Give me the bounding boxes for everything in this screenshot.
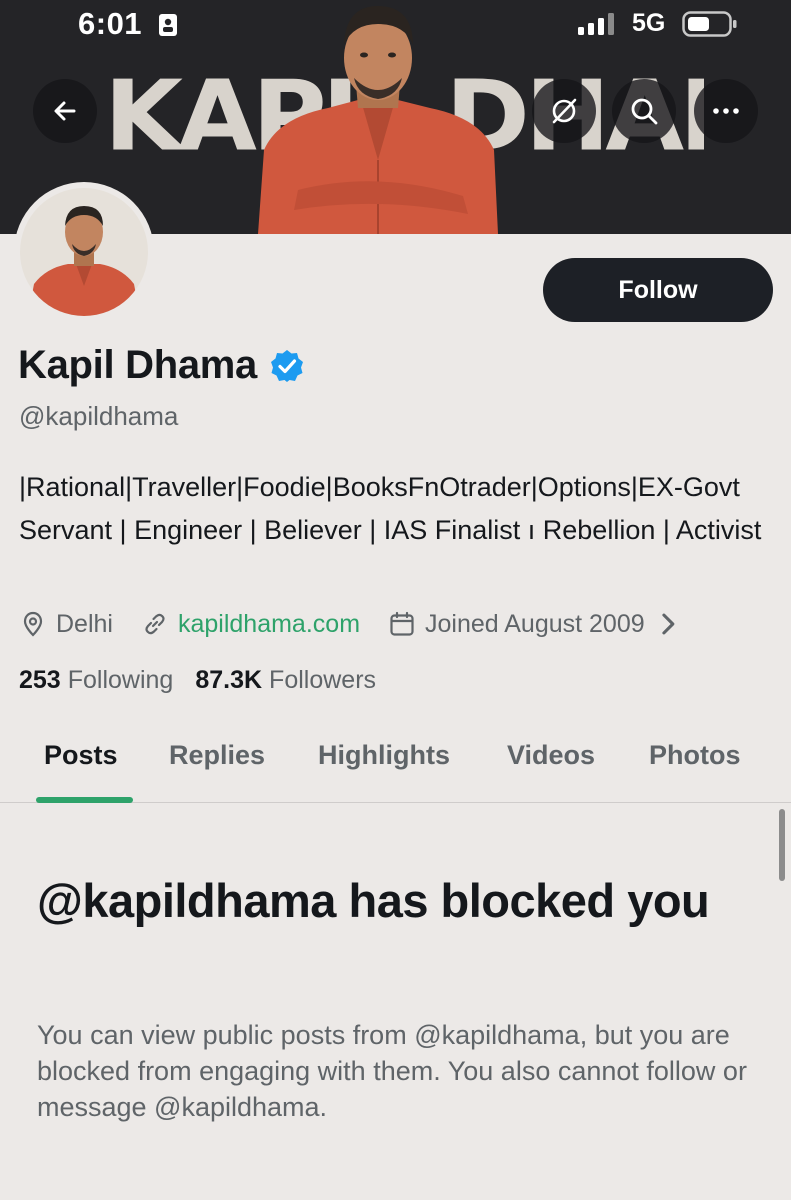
- followers-stat[interactable]: 87.3K Followers: [195, 666, 376, 695]
- bio: |Rational|Traveller|Foodie|BooksFnOtrade…: [19, 472, 762, 545]
- signal-icon: [578, 13, 614, 35]
- arrow-left-icon: [54, 101, 76, 121]
- avatar[interactable]: [14, 182, 154, 322]
- id-card-icon: [159, 14, 177, 36]
- following-count: 253: [19, 666, 61, 694]
- circle-slash-icon: [552, 98, 577, 124]
- active-tab-indicator: [36, 797, 133, 803]
- banner-person-image: [258, 6, 498, 234]
- name-row: Kapil Dhama: [18, 343, 305, 388]
- follow-button[interactable]: Follow: [543, 258, 773, 322]
- grok-button[interactable]: [532, 79, 596, 143]
- tab-posts[interactable]: Posts: [44, 740, 118, 771]
- joined-date[interactable]: Joined August 2009: [388, 610, 692, 639]
- location-pin-icon: [23, 611, 43, 637]
- website[interactable]: kapildhama.com: [141, 610, 360, 639]
- link-icon: [145, 613, 165, 635]
- network-type: 5G: [632, 9, 666, 37]
- display-name: Kapil Dhama: [18, 343, 257, 387]
- more-horizontal-icon: [713, 108, 739, 114]
- tab-highlights[interactable]: Highlights: [318, 740, 450, 771]
- website-link[interactable]: kapildhama.com: [178, 610, 360, 639]
- location: Delhi: [19, 610, 113, 639]
- tab-photos[interactable]: Photos: [649, 740, 741, 771]
- joined-text: Joined August 2009: [425, 609, 645, 638]
- scrollbar[interactable]: [779, 809, 785, 881]
- tab-replies[interactable]: Replies: [169, 740, 265, 771]
- tab-videos[interactable]: Videos: [507, 740, 595, 771]
- verified-badge-icon[interactable]: [269, 348, 305, 384]
- blocked-description: You can view public posts from @kapildha…: [37, 1020, 747, 1122]
- status-time: 6:01: [78, 6, 143, 41]
- followers-label: Followers: [269, 666, 377, 694]
- search-icon: [631, 98, 658, 125]
- following-label: Following: [67, 666, 174, 694]
- calendar-icon: [390, 611, 414, 636]
- back-button[interactable]: [33, 79, 97, 143]
- search-button[interactable]: [612, 79, 676, 143]
- chevron-right-icon: [662, 613, 675, 635]
- battery-icon: [682, 11, 737, 37]
- location-text: Delhi: [56, 609, 113, 638]
- following-stat[interactable]: 253 Following: [19, 666, 173, 695]
- handle: @kapildhama: [19, 401, 179, 431]
- more-button[interactable]: [694, 79, 758, 143]
- profile-meta: Delhi kapildhama.com Joined August 2009: [19, 606, 692, 642]
- follow-stats: 253 Following 87.3K Followers: [19, 666, 376, 695]
- profile-tabs: Posts Replies Highlights Videos Photos: [0, 722, 791, 803]
- followers-count: 87.3K: [195, 666, 263, 694]
- blocked-title: @kapildhama has blocked you: [37, 874, 710, 927]
- avatar-image: [20, 188, 148, 316]
